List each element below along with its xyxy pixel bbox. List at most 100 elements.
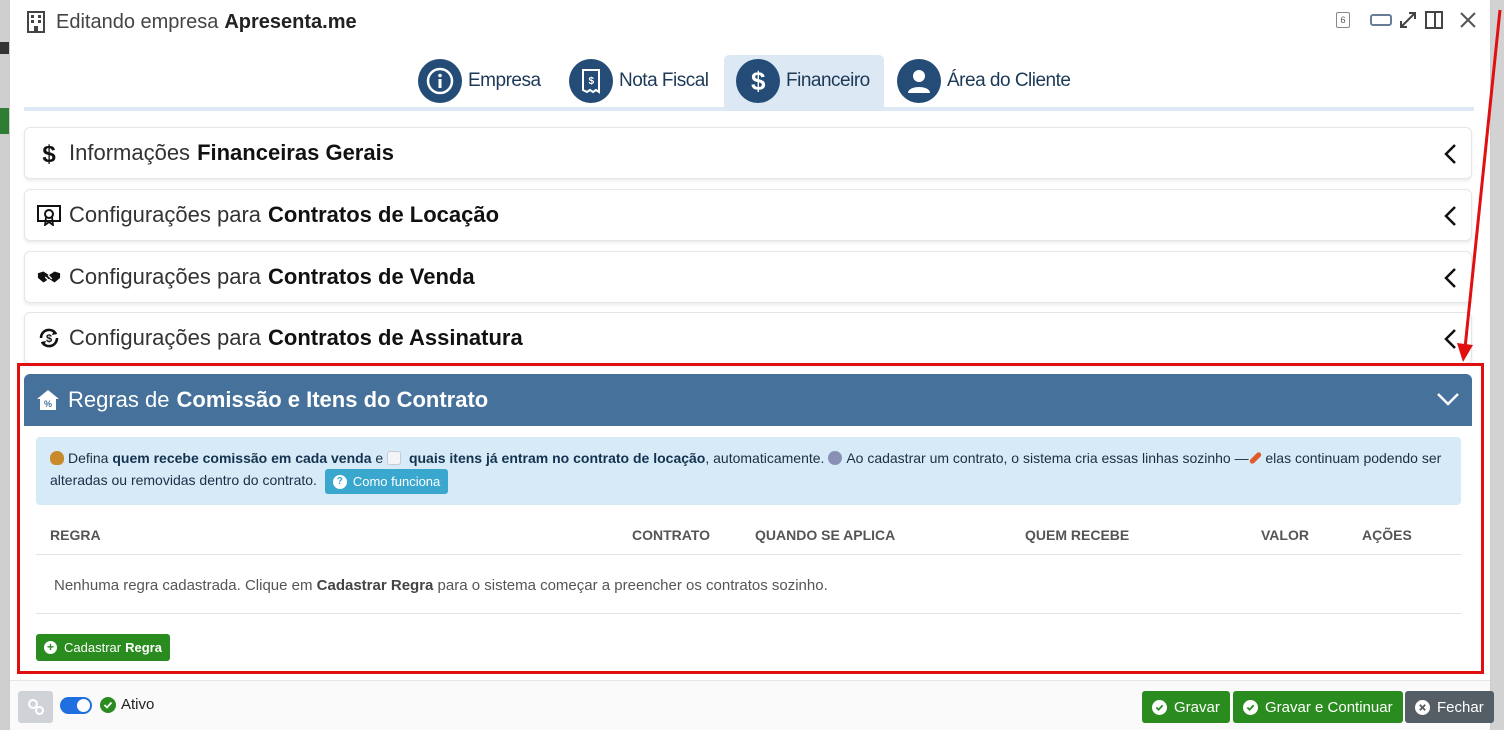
info-icon [418,59,462,103]
button-label: Gravar e Continuar [1265,698,1393,716]
panel-title-bold: Contratos de Venda [268,264,475,289]
pencil-icon [1248,451,1262,465]
svg-text:$: $ [751,67,766,95]
panel-title-light: Regras de [68,387,170,412]
modal-titlebar: Editando empresa Apresenta.me 6 [10,0,1490,44]
background-page-strip-right [1491,0,1504,730]
panel-title-bold: Contratos de Locação [268,202,500,227]
panel-regras-comissao[interactable]: % Regras de Comissão e Itens do Contrato [24,374,1472,426]
chevron-down-icon [1437,393,1459,406]
panel-contratos-locacao[interactable]: Configurações para Contratos de Locação [24,189,1472,241]
recurring-dollar-icon: $ [37,326,61,350]
col-valor: VALOR [1261,527,1309,543]
status-label: Ativo [121,696,155,713]
tab-label: Empresa [468,70,541,91]
invoice-icon: $ [569,59,613,103]
certificate-icon [37,203,61,227]
svg-text:$: $ [588,76,594,87]
fechar-button[interactable]: Fechar [1405,691,1494,723]
house-percent-icon: % [36,388,60,412]
modal-footer: Ativo Gravar Gravar e Continuar Fechar [10,680,1494,730]
gear-icon [828,451,843,465]
window-count-badge[interactable]: 6 [1336,12,1350,28]
col-contrato: CONTRATO [632,527,711,543]
gears-icon [27,699,44,715]
empty-text: para o sistema começar a preencher os co… [437,577,828,594]
info-text: Defina [68,450,109,466]
building-icon [27,11,45,33]
settings-button[interactable] [18,691,53,723]
tab-label: Financeiro [786,70,870,91]
edit-company-modal: Editando empresa Apresenta.me 6 Empresa … [9,0,1494,730]
check-circle-icon [1152,699,1167,715]
tab-label: Área do Cliente [947,70,1071,91]
como-funciona-label: Como funciona [352,473,441,489]
expand-icon[interactable] [1398,10,1418,30]
button-label-light: Cadastrar [64,640,122,655]
chevron-left-icon [1444,206,1456,226]
chevron-left-icon [1444,329,1456,349]
tab-bar: Empresa $ Nota Fiscal $ Financeiro Área … [24,44,1474,111]
empty-table-message: Nenhuma regra cadastrada. Clique em Cada… [36,556,1461,614]
panel-informacoes-financeiras[interactable]: $ Informações Financeiras Gerais [24,127,1472,179]
panel-title-bold: Financeiras Gerais [197,140,394,165]
status-active: Ativo [100,696,154,713]
tab-label: Nota Fiscal [619,70,709,91]
minimize-icon[interactable] [1370,12,1392,28]
info-text: , automaticamente. [705,450,825,466]
info-bold: quais itens já entram no contrato de loc… [408,450,706,466]
button-label: Gravar [1174,698,1220,716]
gravar-e-continuar-button[interactable]: Gravar e Continuar [1233,691,1403,723]
side-panel-icon[interactable] [1424,10,1444,30]
user-icon [897,59,941,103]
col-acoes: AÇÕES [1362,527,1412,543]
panel-title-light: Configurações para [69,325,262,350]
modal-content: Empresa $ Nota Fiscal $ Financeiro Área … [24,44,1474,674]
plus-icon: + [44,641,57,654]
window-controls: 6 [1336,10,1480,30]
svg-text:$: $ [46,333,52,345]
empty-bold: Cadastrar Regra [316,577,434,594]
panel-title-light: Informações [69,140,191,165]
panel-title-light: Configurações para [69,202,262,227]
col-regra: REGRA [50,527,101,543]
money-bag-icon [50,451,64,465]
check-circle-icon [1243,699,1258,715]
col-quando-se-aplica: QUANDO SE APLICA [755,527,896,543]
tab-area-do-cliente[interactable]: Área do Cliente [885,55,1082,107]
svg-text:%: % [44,399,52,409]
col-quem-recebe: QUEM RECEBE [1025,527,1130,543]
info-text: e [375,450,384,466]
tab-nota-fiscal[interactable]: $ Nota Fiscal [557,55,721,107]
panel-contratos-assinatura[interactable]: $ Configurações para Contratos de Assina… [24,312,1472,364]
info-bold: quem recebe comissão em cada venda [112,450,372,466]
button-label: Fechar [1437,698,1484,716]
close-circle-icon [1415,699,1430,715]
document-icon [387,451,402,465]
tab-empresa[interactable]: Empresa [406,55,553,107]
background-page-strip [0,0,9,730]
info-text: Ao cadastrar um contrato, o sistema cria… [846,450,1249,466]
active-toggle[interactable] [60,697,92,714]
svg-text:$: $ [42,141,56,166]
gravar-button[interactable]: Gravar [1142,691,1230,723]
question-icon: ? [332,474,347,489]
modal-title-prefix: Editando empresa [56,10,219,33]
info-box: Defina quem recebe comissão em cada vend… [36,437,1461,505]
chevron-left-icon [1444,268,1456,288]
close-icon[interactable] [1450,10,1480,30]
panel-contratos-venda[interactable]: Configurações para Contratos de Venda [24,251,1472,303]
dollar-icon: $ [37,141,61,166]
button-label-bold: Regra [125,640,162,655]
panel-title-bold: Comissão e Itens do Contrato [176,387,489,412]
modal-title-company: Apresenta.me [224,10,357,33]
como-funciona-button[interactable]: ? Como funciona [324,469,449,494]
check-circle-icon [100,696,116,713]
tab-financeiro[interactable]: $ Financeiro [724,55,884,107]
dollar-icon: $ [736,59,780,103]
empty-text: Nenhuma regra cadastrada. Clique em [54,577,313,594]
cadastrar-regra-button[interactable]: + Cadastrar Regra [36,634,170,661]
panel-title-light: Configurações para [69,264,262,289]
rules-table-header: REGRA CONTRATO QUANDO SE APLICA QUEM REC… [36,513,1461,555]
chevron-left-icon [1444,144,1456,164]
